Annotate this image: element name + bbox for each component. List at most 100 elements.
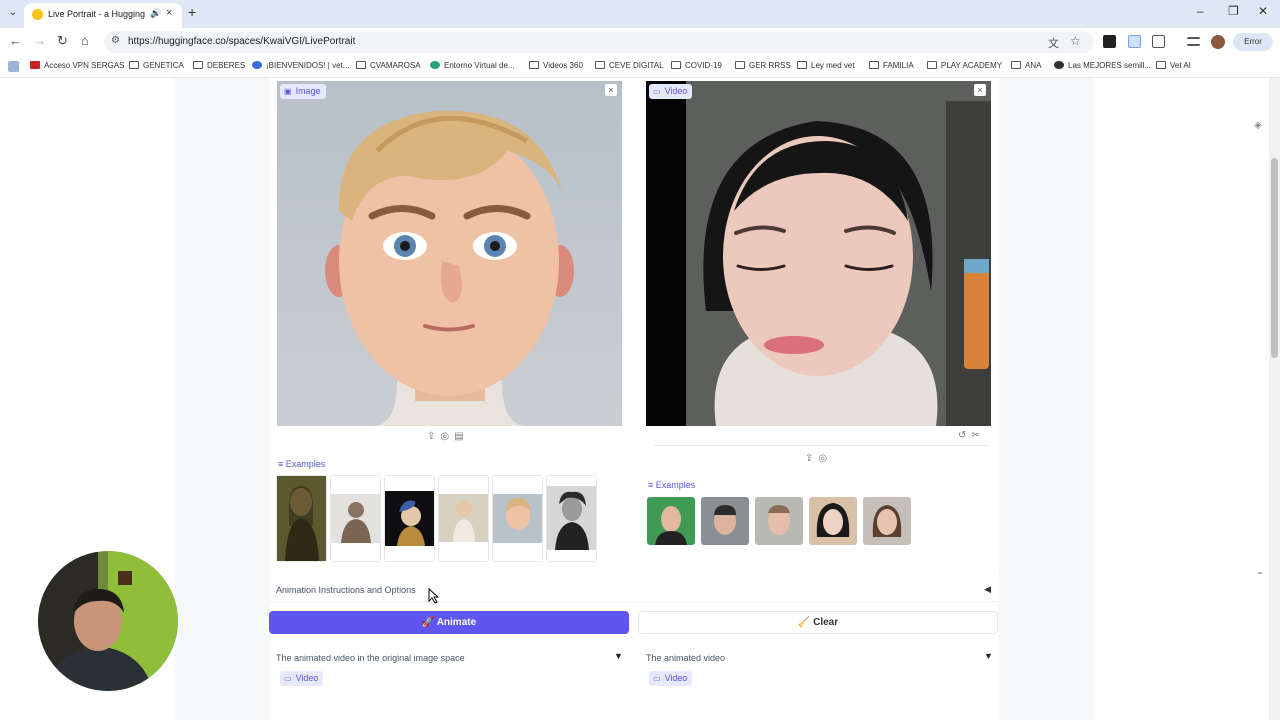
back-icon[interactable]: ← bbox=[9, 33, 22, 48]
bookmark-item[interactable]: CVAMAROSA bbox=[356, 61, 421, 70]
bookmark-item[interactable]: DEBERES bbox=[193, 61, 245, 70]
folder-icon bbox=[797, 61, 807, 69]
bookmark-item[interactable]: GER RRSS bbox=[735, 61, 791, 70]
site-icon bbox=[430, 61, 440, 69]
image-upload-controls: ⇪◎▤ bbox=[427, 431, 469, 442]
video-progress-track[interactable] bbox=[654, 445, 990, 446]
example-thumb[interactable] bbox=[276, 475, 327, 562]
bookmark-item[interactable]: Entorno Virtual de... bbox=[430, 61, 515, 70]
upload-icon[interactable]: ⇪ bbox=[427, 431, 440, 442]
clear-video-button[interactable]: × bbox=[974, 84, 986, 96]
presenter-webcam-feed bbox=[38, 551, 178, 691]
bookmark-label: Ley med vet bbox=[811, 61, 855, 70]
home-icon[interactable]: ⌂ bbox=[81, 33, 89, 48]
clear-button[interactable]: 🧹 Clear bbox=[638, 611, 998, 634]
page-gutter bbox=[998, 78, 1094, 720]
example-thumb[interactable] bbox=[546, 475, 597, 562]
bookmark-item[interactable]: Videos 360 bbox=[529, 61, 583, 70]
bookmark-item[interactable]: CEVE DIGITAL bbox=[595, 61, 664, 70]
extensions-puzzle-icon[interactable] bbox=[1152, 35, 1165, 48]
output-video-chip-label: Video bbox=[664, 673, 688, 683]
example-video-thumb[interactable] bbox=[863, 497, 911, 545]
examples-label-text: Examples bbox=[655, 480, 696, 490]
example-video-thumb[interactable] bbox=[809, 497, 857, 545]
profile-error-badge[interactable]: Error bbox=[1233, 33, 1273, 51]
folder-icon bbox=[671, 61, 681, 69]
bookmark-item[interactable]: Las MEJORES semill... bbox=[1054, 61, 1151, 70]
webcam-icon[interactable]: ◎ bbox=[818, 453, 832, 464]
close-window-icon[interactable]: ✕ bbox=[1258, 4, 1268, 18]
example-thumb[interactable] bbox=[438, 475, 489, 562]
child-painting-thumb bbox=[439, 476, 488, 561]
bookmark-item[interactable]: ANA bbox=[1011, 61, 1041, 70]
bookmark-item[interactable]: Vet AI bbox=[1156, 61, 1191, 70]
upload-icon[interactable]: ⇪ bbox=[805, 453, 818, 464]
man-light-bg-thumb bbox=[755, 497, 803, 545]
trim-scissors-icon[interactable]: ✂ bbox=[971, 430, 984, 441]
example-thumb[interactable] bbox=[384, 475, 435, 562]
webcam-icon[interactable]: ◎ bbox=[440, 431, 454, 442]
restore-icon[interactable]: ❐ bbox=[1228, 4, 1239, 18]
bookmark-item[interactable]: PLAY ACADEMY bbox=[927, 61, 1002, 70]
media-control-icon[interactable] bbox=[1187, 37, 1200, 46]
rocket-icon: 🚀 bbox=[421, 617, 437, 628]
animation-options-accordion[interactable]: Animation Instructions and Options ◀ bbox=[270, 578, 998, 602]
folder-icon bbox=[1011, 61, 1021, 69]
folder-icon bbox=[927, 61, 937, 69]
forward-icon[interactable]: → bbox=[33, 33, 46, 48]
site-info-icon[interactable]: ⚙ bbox=[111, 35, 120, 46]
folder-icon bbox=[356, 61, 366, 69]
scrollbar-thumb[interactable] bbox=[1271, 158, 1278, 358]
apps-icon[interactable] bbox=[8, 61, 19, 72]
profile-avatar[interactable] bbox=[1211, 35, 1225, 49]
example-video-thumb[interactable] bbox=[701, 497, 749, 545]
bookmark-label: Las MEJORES semill... bbox=[1068, 61, 1152, 70]
minimize-icon[interactable]: – bbox=[1197, 4, 1204, 18]
sidebar-edge-icon[interactable]: ⌁ bbox=[1257, 568, 1263, 579]
image-chip: ▣ Image bbox=[280, 84, 326, 99]
bookmark-item[interactable]: GENETICA bbox=[129, 61, 184, 70]
accordion-toggle-icon[interactable]: ◀ bbox=[984, 584, 991, 595]
collapse-output-icon[interactable]: ▼ bbox=[984, 651, 993, 661]
bookmark-item[interactable]: COVID-19 bbox=[671, 61, 722, 70]
reload-icon[interactable]: ↻ bbox=[57, 33, 68, 49]
example-thumb[interactable] bbox=[330, 475, 381, 562]
bookmark-item[interactable]: FAMILIA bbox=[869, 61, 914, 70]
browser-toolbar: ← → ↻ ⌂ ⚙ https://huggingface.co/spaces/… bbox=[0, 28, 1280, 56]
example-video-thumb[interactable] bbox=[755, 497, 803, 545]
extension-icon[interactable] bbox=[1103, 35, 1116, 48]
video-upload-controls: ⇪◎ bbox=[805, 453, 832, 464]
example-video-thumb[interactable] bbox=[647, 497, 695, 545]
new-tab-icon[interactable]: + bbox=[188, 4, 196, 20]
source-image[interactable] bbox=[277, 81, 622, 426]
clear-image-button[interactable]: × bbox=[605, 84, 617, 96]
docs-extension-icon[interactable] bbox=[1128, 35, 1141, 48]
video-chip: ▭ Video bbox=[649, 84, 693, 99]
bookmark-label: PLAY ACADEMY bbox=[941, 61, 1003, 70]
undo-icon[interactable]: ↺ bbox=[958, 430, 971, 441]
close-tab-icon[interactable]: × bbox=[166, 7, 172, 19]
clipboard-icon[interactable]: ▤ bbox=[454, 431, 468, 442]
woman-expression-thumb bbox=[809, 497, 857, 545]
bookmark-item[interactable]: ¡BIENVENIDOS! | vet... bbox=[252, 61, 349, 70]
bookmark-item[interactable]: Acceso VPN SERGAS bbox=[30, 61, 124, 70]
speaker-icon[interactable]: 🔊 bbox=[150, 8, 161, 19]
collapse-output-icon[interactable]: ▼ bbox=[614, 651, 623, 661]
bookmark-label: CVAMAROSA bbox=[370, 61, 421, 70]
bookmark-item[interactable]: Ley med vet bbox=[797, 61, 855, 70]
page-scrollbar[interactable] bbox=[1269, 78, 1280, 720]
driving-video[interactable] bbox=[646, 81, 991, 426]
bookmark-label: Vet AI bbox=[1170, 61, 1191, 70]
browser-tab[interactable]: Live Portrait - a Hugging Face 🔊 × bbox=[24, 3, 182, 28]
folder-icon bbox=[595, 61, 605, 69]
bookmark-star-icon[interactable]: ☆ bbox=[1070, 34, 1081, 48]
animate-button[interactable]: 🚀 Animate bbox=[269, 611, 629, 634]
translate-icon[interactable]: 文 bbox=[1048, 35, 1059, 51]
address-bar[interactable]: ⚙ https://huggingface.co/spaces/KwaiVGI/… bbox=[104, 31, 1094, 53]
folder-icon bbox=[529, 61, 539, 69]
sidebar-layers-icon[interactable]: ◈ bbox=[1254, 120, 1262, 131]
tab-search-icon[interactable]: ⌄ bbox=[6, 7, 20, 21]
bookmarks-bar: Acceso VPN SERGAS GENETICA DEBERES ¡BIEN… bbox=[0, 56, 1280, 78]
example-thumb[interactable] bbox=[492, 475, 543, 562]
animate-button-label: Animate bbox=[436, 617, 477, 628]
